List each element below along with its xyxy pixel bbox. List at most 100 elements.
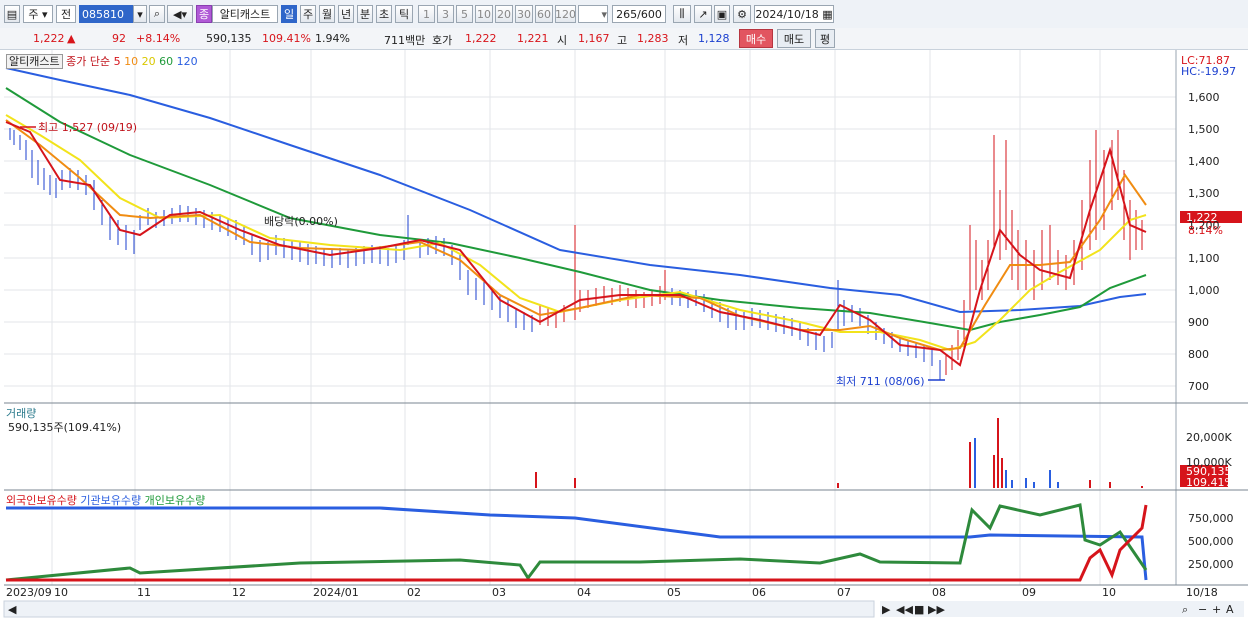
- ma120-label: 120: [176, 55, 198, 68]
- font-size-icon[interactable]: A: [1226, 603, 1234, 616]
- x-axis-label: 06: [752, 586, 766, 599]
- window-menu-icon[interactable]: ▤: [4, 5, 20, 23]
- current-pct-tag: 8.14%: [1188, 224, 1223, 237]
- market-type-value: 주: [28, 8, 39, 21]
- change-arrow: ▲: [67, 32, 76, 45]
- period-day-button[interactable]: 일: [281, 5, 297, 23]
- minute-30-button[interactable]: 30: [515, 5, 533, 23]
- evaluate-button[interactable]: 평: [815, 29, 835, 48]
- x-axis-label: 12: [232, 586, 246, 599]
- x-axis-label: 2023/09: [6, 586, 52, 599]
- fast-forward-icon[interactable]: ▶▶: [928, 603, 945, 616]
- market-type-select[interactable]: 주 ▾: [23, 5, 53, 23]
- code-dropdown-icon[interactable]: ▾: [133, 5, 147, 23]
- period-year-button[interactable]: 년: [338, 5, 354, 23]
- high-label: 고: [617, 34, 628, 47]
- stop-icon[interactable]: ■: [914, 603, 924, 616]
- current-price: 1,222: [33, 32, 65, 45]
- scrollbar-track[interactable]: [3, 600, 875, 618]
- x-axis-label: 10: [54, 586, 68, 599]
- x-axis-label: 10: [1102, 586, 1116, 599]
- low-price: 1,128: [698, 32, 730, 45]
- price-tick: 1,400: [1188, 155, 1220, 168]
- stock-name-display: 알티캐스트: [212, 5, 278, 23]
- hc-readout: HC:-19.97: [1181, 65, 1237, 78]
- gear-icon[interactable]: ⚙: [733, 5, 751, 23]
- open-price: 1,167: [578, 32, 610, 45]
- search-icon[interactable]: ⌕: [149, 5, 165, 23]
- scroll-right-icon[interactable]: ▶: [882, 603, 890, 616]
- ask-price-1: 1,222: [465, 32, 497, 45]
- minute-120-button[interactable]: 120: [555, 5, 576, 23]
- volume-tag-pct: 109.41%: [1186, 476, 1235, 489]
- holders-tick: 750,000: [1188, 512, 1234, 525]
- ma10-label: 10: [124, 55, 139, 68]
- individual-holdings-label[interactable]: 개인보유수량: [145, 494, 206, 507]
- holders-tick: 250,000: [1188, 558, 1234, 571]
- volume-panel-value: 590,135주(109.41%): [8, 421, 122, 434]
- indicator-icon[interactable]: ↗: [694, 5, 712, 23]
- period-minute-button[interactable]: 분: [357, 5, 373, 23]
- save-icon[interactable]: ▣: [714, 5, 730, 23]
- turnover-pct: 1.94%: [315, 32, 350, 45]
- ask-label: 호가: [432, 34, 453, 47]
- rewind-icon[interactable]: ◀◀: [896, 603, 913, 616]
- x-axis-label: 08: [932, 586, 946, 599]
- price-tick: 900: [1188, 316, 1209, 329]
- price-tick: 1,100: [1188, 252, 1220, 265]
- holders-tick: 500,000: [1188, 535, 1234, 548]
- ma20-label: 20: [141, 55, 156, 68]
- price-panel-title[interactable]: 알티캐스트: [6, 54, 63, 69]
- buy-button[interactable]: 매수: [739, 29, 773, 48]
- x-axis-label: 04: [577, 586, 591, 599]
- volume-tick: 20,000K: [1186, 431, 1232, 444]
- period-month-button[interactable]: 월: [319, 5, 335, 23]
- dividend-annotation: 배당락(0.00%): [264, 215, 338, 228]
- sell-button[interactable]: 매도: [777, 29, 811, 48]
- x-axis-label: 11: [137, 586, 151, 599]
- high-price: 1,283: [637, 32, 669, 45]
- institution-holdings-label[interactable]: 기관보유수량: [80, 494, 141, 507]
- ma60-label: 60: [159, 55, 174, 68]
- chart-type-icon[interactable]: ⫼: [673, 5, 691, 23]
- minute-10-button[interactable]: 10: [475, 5, 493, 23]
- price-tick: 1,000: [1188, 284, 1220, 297]
- minute-20-button[interactable]: 20: [495, 5, 513, 23]
- scroll-left-icon[interactable]: ◀: [8, 603, 16, 616]
- low-annotation: 최저 711 (08/06): [836, 375, 925, 388]
- ma-label: 종가 단순: [66, 55, 111, 68]
- x-axis-label: 02: [407, 586, 421, 599]
- x-axis-label: 05: [667, 586, 681, 599]
- market-filter-select[interactable]: 전: [56, 5, 76, 23]
- date-input[interactable]: 2024/10/18 ▦: [754, 5, 834, 23]
- volume-ratio: 109.41%: [262, 32, 311, 45]
- main-toolbar: ▤ 주 ▾ 전 085810 ▾ ⌕ ◀▾ 종 알티캐스트 일 주 월 년 분 …: [0, 0, 1248, 29]
- stock-code-input[interactable]: 085810: [79, 5, 133, 23]
- x-axis-label: 2024/01: [313, 586, 359, 599]
- minute-custom-select[interactable]: ▾: [578, 5, 608, 23]
- x-axis-label: 03: [492, 586, 506, 599]
- stock-type-badge: 종: [196, 5, 212, 23]
- open-label: 시: [557, 34, 568, 47]
- period-tick-button[interactable]: 틱: [395, 5, 413, 23]
- stock-chart[interactable]: [0, 50, 1248, 621]
- high-annotation: 최고 1,527 (09/19): [38, 121, 138, 134]
- zoom-icon[interactable]: ⌕: [1182, 603, 1188, 617]
- ma5-label: 5: [113, 55, 121, 68]
- speaker-icon[interactable]: ◀▾: [167, 5, 193, 23]
- date-value: 2024/10/18: [755, 7, 819, 21]
- period-week-button[interactable]: 주: [300, 5, 316, 23]
- zoom-out-icon[interactable]: −: [1198, 603, 1207, 616]
- price-panel-legend: 알티캐스트 종가 단순 5 10 20 60 120: [6, 53, 198, 69]
- data-count-input[interactable]: 265/600: [612, 5, 666, 23]
- price-change-pct: +8.14%: [136, 32, 181, 45]
- price-change: 92: [112, 32, 126, 45]
- minute-1-button[interactable]: 1: [418, 5, 435, 23]
- minute-3-button[interactable]: 3: [437, 5, 454, 23]
- minute-60-button[interactable]: 60: [535, 5, 553, 23]
- minute-5-button[interactable]: 5: [456, 5, 473, 23]
- period-second-button[interactable]: 초: [376, 5, 392, 23]
- low-label: 저: [678, 34, 689, 47]
- zoom-in-icon[interactable]: +: [1212, 603, 1221, 616]
- foreign-holdings-label[interactable]: 외국인보유수량: [6, 494, 77, 507]
